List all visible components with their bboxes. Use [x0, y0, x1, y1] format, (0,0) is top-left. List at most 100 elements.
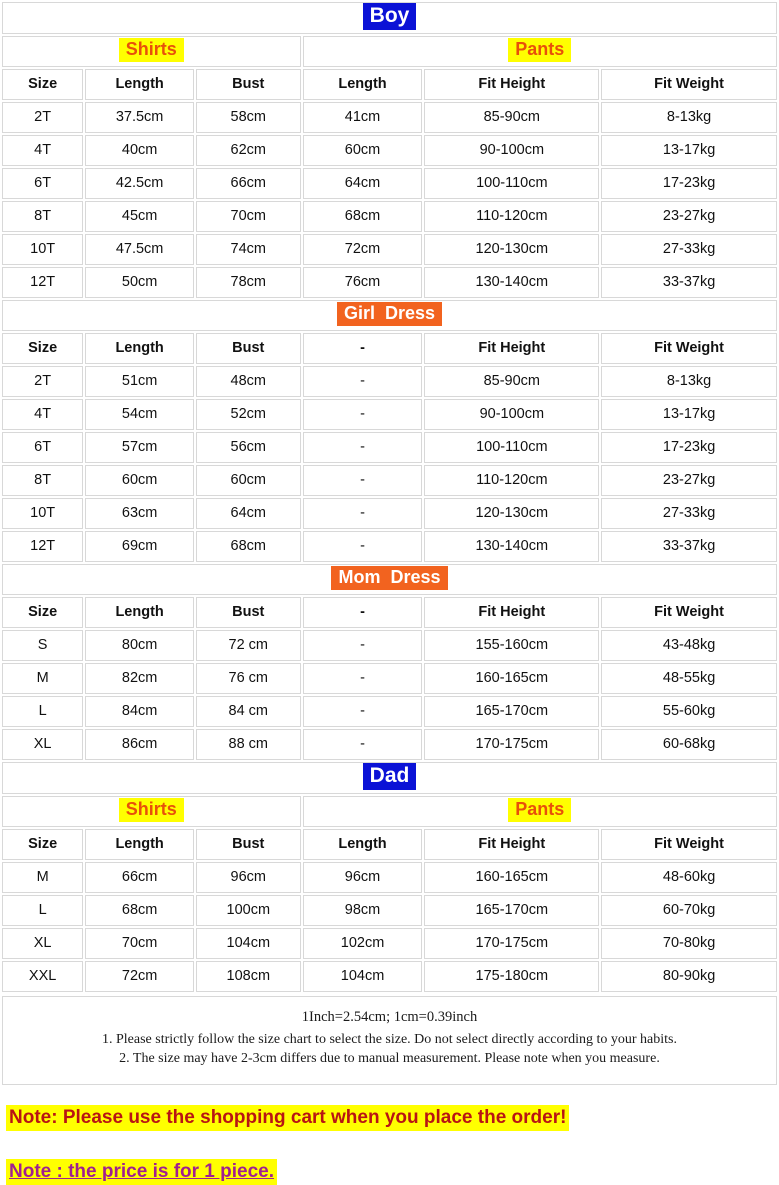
measurement-cell: 64cm	[195, 498, 301, 529]
group-header-cell: Pants	[302, 796, 777, 827]
measurement-cell: -	[302, 696, 423, 727]
measurement-cell: 165-170cm	[424, 895, 600, 926]
column-header-cell: Bust	[195, 333, 301, 364]
measurement-cell: 52cm	[195, 399, 301, 430]
measurement-cell: 56cm	[195, 432, 301, 463]
table-row: 12T 50cm 78cm 76cm 130-140cm 33-37kg	[2, 267, 777, 298]
size-cell: 2T	[2, 102, 84, 133]
column-header-cell: Size	[2, 333, 84, 364]
measurement-cell: 70cm	[195, 201, 301, 232]
column-header-row: Size Length Bust - Fit Height Fit Weight	[2, 597, 777, 628]
measurement-cell: 96cm	[302, 862, 423, 893]
group-header-badge: Pants	[508, 798, 572, 822]
size-cell: 6T	[2, 432, 84, 463]
size-cell: XL	[2, 928, 84, 959]
section-title-cell: Dad	[2, 762, 777, 794]
measurement-cell: 50cm	[85, 267, 194, 298]
section-title-cell: Boy	[2, 2, 777, 34]
measurement-cell: 48-60kg	[601, 862, 777, 893]
measurement-cell: 23-27kg	[601, 465, 777, 496]
measurement-cell: 100-110cm	[424, 168, 600, 199]
measurement-cell: 69cm	[85, 531, 194, 562]
measurement-cell: 47.5cm	[85, 234, 194, 265]
column-header-cell: Size	[2, 597, 84, 628]
measurement-cell: 58cm	[195, 102, 301, 133]
column-header-cell: Fit Weight	[601, 333, 777, 364]
column-header-cell: Length	[302, 69, 423, 100]
measurement-cell: 33-37kg	[601, 531, 777, 562]
measurement-cell: -	[302, 366, 423, 397]
section-title-badge: Dad	[362, 763, 417, 791]
measurement-cell: 55-60kg	[601, 696, 777, 727]
size-chart-sheet: Boy Shirts Pants Size Length Bust Length Fit He…	[0, 0, 779, 1185]
table-row: 8T 45cm 70cm 68cm 110-120cm 23-27kg	[2, 201, 777, 232]
measurement-cell: 100-110cm	[424, 432, 600, 463]
column-header-cell: Fit Weight	[601, 829, 777, 860]
measurement-cell: 41cm	[302, 102, 423, 133]
column-header-row: Size Length Bust Length Fit Height Fit Weight	[2, 69, 777, 100]
measurement-cell: 48cm	[195, 366, 301, 397]
size-cell: XXL	[2, 961, 84, 992]
measurement-cell: 13-17kg	[601, 399, 777, 430]
measurement-cell: 86cm	[85, 729, 194, 760]
column-header-cell: Size	[2, 829, 84, 860]
measurement-cell: 104cm	[302, 961, 423, 992]
table-row: 6T 42.5cm 66cm 64cm 100-110cm 17-23kg	[2, 168, 777, 199]
measurement-cell: 76 cm	[195, 663, 301, 694]
size-cell: M	[2, 862, 84, 893]
group-header-cell: Pants	[302, 36, 777, 67]
column-header-cell: Fit Height	[424, 69, 600, 100]
column-header-cell: Length	[85, 69, 194, 100]
table-row: XL 86cm 88 cm -170-175cm 60-68kg	[2, 729, 777, 760]
note-line-1: 1. Please strictly follow the size chart…	[102, 1032, 677, 1047]
measurement-cell: 64cm	[302, 168, 423, 199]
measurement-cell: 104cm	[195, 928, 301, 959]
size-cell: 2T	[2, 366, 84, 397]
table-row: 2T 51cm 48cm -85-90cm 8-13kg	[2, 366, 777, 397]
table-row: L 68cm 100cm 98cm 165-170cm 60-70kg	[2, 895, 777, 926]
size-cell: 4T	[2, 399, 84, 430]
size-cell: L	[2, 696, 84, 727]
measurement-cell: 160-165cm	[424, 663, 600, 694]
column-header-cell: Length	[302, 829, 423, 860]
measurement-cell: 62cm	[195, 135, 301, 166]
measurement-cell: 90-100cm	[424, 135, 600, 166]
measurement-cell: 84cm	[85, 696, 194, 727]
measurement-cell: 17-23kg	[601, 168, 777, 199]
measurement-cell: 72cm	[85, 961, 194, 992]
measurement-cell: 100cm	[195, 895, 301, 926]
column-header-cell: Fit Weight	[601, 597, 777, 628]
measurement-cell: 165-170cm	[424, 696, 600, 727]
size-cell: 10T	[2, 498, 84, 529]
column-header-cell: Fit Height	[424, 597, 600, 628]
size-cell: 4T	[2, 135, 84, 166]
table-row: 10T 63cm 64cm -120-130cm 27-33kg	[2, 498, 777, 529]
column-header-row: Size Length Bust - Fit Height Fit Weight	[2, 333, 777, 364]
measurement-cell: 68cm	[85, 895, 194, 926]
section-title-badge: Girl Dress	[336, 302, 443, 326]
measurement-cell: 160-165cm	[424, 862, 600, 893]
measurement-cell: -	[302, 630, 423, 661]
measurement-cell: 8-13kg	[601, 102, 777, 133]
group-header-cell: Shirts	[2, 796, 301, 827]
measurement-cell: 33-37kg	[601, 267, 777, 298]
measurement-cell: -	[302, 399, 423, 430]
measurement-cell: 102cm	[302, 928, 423, 959]
size-cell: S	[2, 630, 84, 661]
measurement-cell: 13-17kg	[601, 135, 777, 166]
measurement-cell: 130-140cm	[424, 531, 600, 562]
shopping-cart-notice: Note: Please use the shopping cart when …	[6, 1105, 570, 1131]
measurement-cell: 78cm	[195, 267, 301, 298]
column-header-cell: -	[302, 597, 423, 628]
measurement-cell: 70cm	[85, 928, 194, 959]
table-row: M 66cm 96cm 96cm 160-165cm 48-60kg	[2, 862, 777, 893]
section-title-cell: Mom Dress	[2, 564, 777, 595]
note-line-2: 2. The size may have 2-3cm differs due t…	[119, 1051, 660, 1066]
column-header-cell: Bust	[195, 829, 301, 860]
section-title-row: Boy	[2, 2, 777, 34]
measurement-cell: 155-160cm	[424, 630, 600, 661]
measurement-cell: 110-120cm	[424, 465, 600, 496]
table-row: S 80cm 72 cm -155-160cm 43-48kg	[2, 630, 777, 661]
price-per-piece-notice: Note : the price is for 1 piece.	[6, 1159, 278, 1185]
size-cell: 10T	[2, 234, 84, 265]
